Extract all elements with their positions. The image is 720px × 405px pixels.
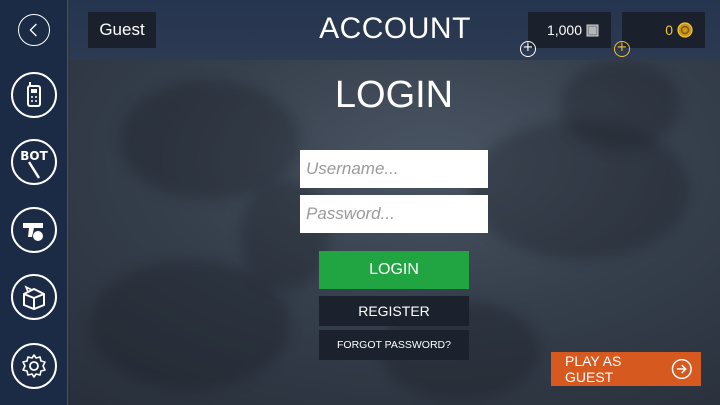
play-as-guest-label: PLAY AS GUEST [565,353,622,385]
back-arrow-icon [29,23,37,37]
walkie-talkie-icon [27,82,41,107]
silver-amount: 1,000 [546,22,582,38]
login-button[interactable]: LOGIN [319,251,469,289]
add-silver-button[interactable]: + [520,41,536,57]
player-name: Guest [88,12,156,48]
play-as-guest-button[interactable]: PLAY AS GUEST [551,352,701,386]
gold-currency: 0 [622,12,705,48]
silver-currency: 1,000 [528,12,611,48]
login-title: LOGIN [334,74,454,116]
gold-amount: 0 [665,22,673,38]
username-input[interactable] [300,150,488,188]
crate-icon [23,285,45,311]
gear-icon [22,354,46,378]
settings-button[interactable] [11,343,57,389]
sidebar: BOT [0,0,68,405]
forgot-password-button[interactable]: FORGOT PASSWORD? [319,330,469,360]
pistol-grenade-icon [23,223,43,241]
back-button[interactable] [18,14,50,46]
bot-label: BOT [20,149,48,163]
add-gold-button[interactable]: + [614,41,630,57]
password-input[interactable] [300,195,488,233]
radio-menu-button[interactable] [11,72,57,118]
crate-menu-button[interactable] [11,274,57,320]
bot-menu-button[interactable]: BOT [11,139,57,185]
page-title: ACCOUNT [319,12,471,45]
gold-coin-icon [677,22,693,38]
silver-bar-icon [586,24,599,36]
weapons-menu-button[interactable] [11,207,57,253]
arrow-right-circle-icon [672,358,693,380]
register-button[interactable]: REGISTER [319,296,469,326]
